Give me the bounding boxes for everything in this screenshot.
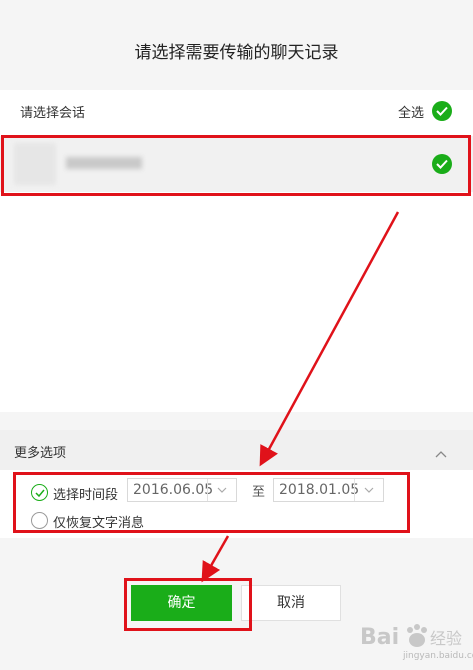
annotation-arrow-2 bbox=[201, 535, 230, 583]
select-all-check-icon[interactable] bbox=[432, 101, 452, 121]
session-list-header: 请选择会话 bbox=[20, 106, 86, 121]
more-options-bar[interactable] bbox=[0, 430, 473, 470]
select-all-label[interactable]: 全选 bbox=[398, 102, 424, 121]
svg-text:Bai: Bai bbox=[360, 625, 399, 650]
annotation-box-session bbox=[1, 135, 471, 196]
watermark-site: jingyan.baidu.com bbox=[403, 651, 473, 661]
chevron-up-icon[interactable] bbox=[435, 443, 447, 462]
dialog-title: 请选择需要传输的聊天记录 bbox=[134, 43, 339, 63]
annotation-box-options bbox=[13, 472, 410, 533]
svg-text:经验: 经验 bbox=[430, 629, 462, 648]
cancel-button[interactable]: 取消 bbox=[241, 585, 341, 621]
more-options-label: 更多选项 bbox=[14, 446, 67, 461]
annotation-box-confirm bbox=[124, 578, 252, 631]
